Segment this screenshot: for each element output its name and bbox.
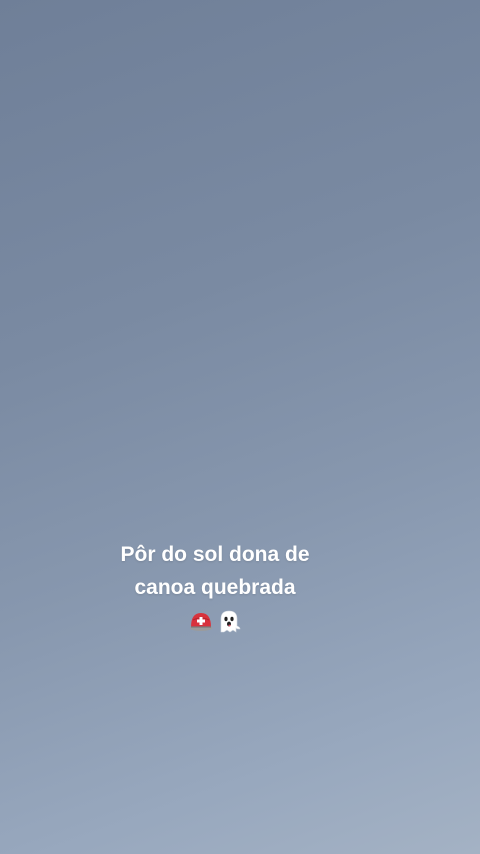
story-caption: Pôr do sol dona de canoa quebrada bbox=[0, 538, 430, 636]
rescue-worker-helmet-icon bbox=[190, 613, 212, 631]
caption-emoji-row bbox=[0, 606, 430, 636]
sky-background bbox=[0, 0, 480, 854]
caption-line-2: canoa quebrada bbox=[134, 576, 296, 599]
ghost-icon bbox=[220, 610, 241, 633]
caption-line-1: Pôr do sol dona de bbox=[120, 543, 310, 566]
